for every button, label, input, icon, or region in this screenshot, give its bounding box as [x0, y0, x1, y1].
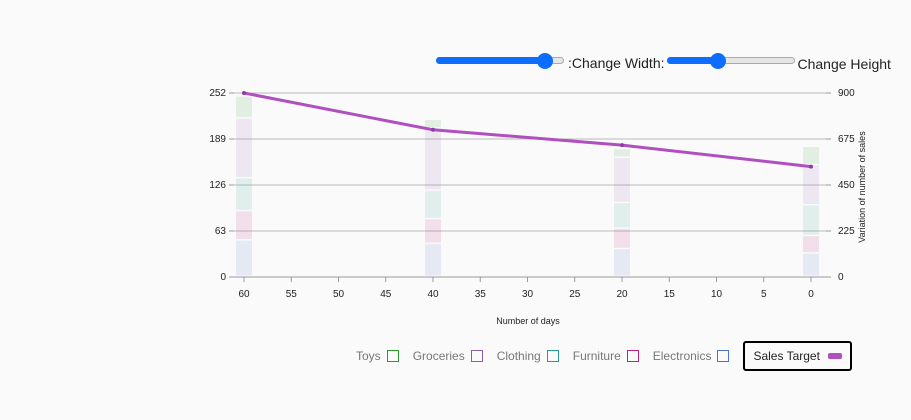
- y2-tick-label: 675: [838, 134, 855, 145]
- bar-segment-electronics: [425, 244, 441, 276]
- bar-segment-electronics: [803, 253, 819, 276]
- bar-segment-groceries: [614, 157, 630, 202]
- legend-label: Groceries: [412, 349, 465, 363]
- y-tick-label: 252: [209, 88, 226, 99]
- legend-swatch: [717, 350, 730, 362]
- legend-item-sales-target[interactable]: Sales Target: [743, 341, 852, 371]
- bar-segment-furniture: [803, 236, 819, 253]
- legend-label: Clothing: [496, 349, 541, 363]
- sales-target-line: [243, 91, 812, 169]
- x-tick-label: 45: [380, 289, 392, 300]
- legend-item-clothing[interactable]: Clothing: [497, 349, 559, 363]
- legend-swatch: [470, 350, 483, 362]
- legend-label: Sales Target: [753, 349, 820, 363]
- y2-tick-label: 450: [838, 180, 855, 191]
- bar-segment-groceries: [236, 118, 252, 177]
- x-tick-label: 20: [616, 289, 628, 300]
- x-tick-label: 0: [808, 289, 814, 300]
- legend-swatch: [386, 350, 399, 362]
- y-tick-label: 189: [209, 134, 226, 145]
- legend-label: Furniture: [572, 349, 621, 363]
- y2-tick-label: 0: [838, 272, 844, 283]
- bar-segment-toys: [614, 149, 630, 157]
- bar-segment-furniture: [614, 228, 630, 248]
- x-tick-label: 15: [664, 289, 676, 300]
- legend-item-toys[interactable]: Toys: [356, 349, 399, 363]
- bar-segment-groceries: [803, 165, 819, 204]
- y-tick-label: 126: [209, 180, 226, 191]
- y2-axis-label: Variation of number of sales: [857, 131, 867, 243]
- bar-segment-clothing: [425, 190, 441, 218]
- legend-label: Toys: [356, 349, 381, 363]
- bar-segment-electronics: [236, 240, 252, 276]
- x-tick-label: 35: [475, 289, 487, 300]
- x-tick-label: 30: [522, 289, 534, 300]
- chart-legend: Toys Groceries Clothing Furniture Electronic…: [356, 341, 852, 371]
- bar-segment-clothing: [614, 203, 630, 228]
- y-tick-label: 0: [220, 272, 226, 283]
- sales-target-point: [242, 91, 246, 95]
- legend-line-swatch: [827, 353, 842, 359]
- x-tick-label: 25: [569, 289, 581, 300]
- bar-segment-clothing: [236, 178, 252, 210]
- y-tick-label: 63: [215, 226, 227, 237]
- bar-segment-toys: [236, 96, 252, 118]
- y2-tick-label: 225: [838, 226, 855, 237]
- bar-segment-electronics: [614, 249, 630, 276]
- x-tick-label: 10: [711, 289, 723, 300]
- bar-segment-toys: [803, 147, 819, 164]
- x-tick-label: 50: [333, 289, 345, 300]
- bar-segment-furniture: [425, 219, 441, 243]
- bar-segment-clothing: [803, 205, 819, 235]
- legend-label: Electronics: [652, 349, 712, 363]
- sales-target-point: [620, 143, 624, 148]
- legend-swatch: [626, 350, 639, 362]
- bar-segment-furniture: [236, 211, 252, 239]
- x-axis-label: Number of days: [496, 316, 560, 326]
- x-tick-label: 40: [427, 289, 439, 300]
- sales-target-point: [809, 164, 813, 169]
- x-tick-label: 55: [286, 289, 298, 300]
- bar-segment-toys: [425, 120, 441, 128]
- y2-tick-label: 900: [838, 88, 855, 99]
- legend-item-furniture[interactable]: Furniture: [573, 349, 639, 363]
- bar-segment-groceries: [425, 128, 441, 190]
- legend-item-electronics[interactable]: Electronics: [653, 349, 730, 363]
- x-tick-label: 5: [761, 289, 767, 300]
- legend-item-groceries[interactable]: Groceries: [413, 349, 483, 363]
- legend-swatch: [546, 350, 559, 362]
- sales-target-point: [431, 127, 435, 132]
- x-tick-label: 60: [238, 289, 250, 300]
